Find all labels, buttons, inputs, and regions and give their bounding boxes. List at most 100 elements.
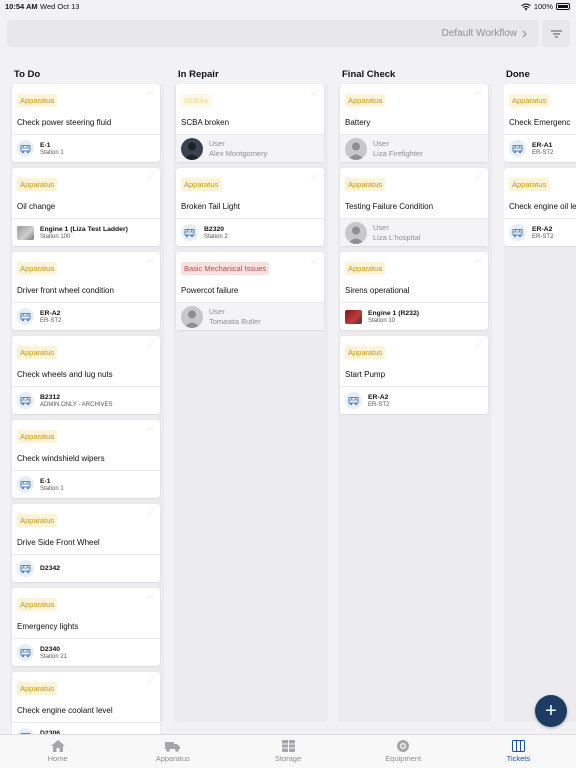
equipment-info: Engine 1 (Liza Test Ladder) Station 100 bbox=[40, 226, 128, 240]
card-header: Basic Mechanical Issues Powercot failure bbox=[176, 252, 324, 302]
assignee-name: Liza L'hospital bbox=[373, 233, 421, 242]
check-icon bbox=[310, 257, 318, 264]
card-assignee: User Alex Montgomery bbox=[176, 134, 324, 162]
card-equipment: Engine 1 (Liza Test Ladder) Station 100 bbox=[12, 218, 160, 246]
category-tag: Apparatus bbox=[17, 346, 58, 359]
equipment-name: B2312 bbox=[40, 393, 61, 401]
equipment-info: ER-A2 ER-ST2 bbox=[368, 394, 389, 408]
ticket-title: SCBA broken bbox=[181, 118, 230, 127]
category-tag: Apparatus bbox=[345, 262, 386, 275]
ticket-card[interactable]: Apparatus Check engine coolant level D2306… bbox=[12, 672, 160, 734]
filter-icon bbox=[550, 30, 562, 37]
column-done: Done Apparatus Check Emergenc ER-A1 ER-ST2 A… bbox=[504, 62, 576, 722]
card-header: Apparatus Check engine oil level bbox=[504, 168, 576, 218]
equipment-info: Engine 1 (R232) Station 10 bbox=[368, 310, 419, 324]
tab-storage[interactable]: Storage bbox=[230, 735, 345, 768]
equipment-info: B2312 ADMIN ONLY - ARCHIVES bbox=[40, 394, 112, 408]
category-tag: Basic Mechanical Issues bbox=[181, 262, 270, 275]
ticket-card[interactable]: SCBAs SCBA broken User Alex Montgomery bbox=[176, 84, 324, 162]
equipment-photo bbox=[17, 225, 34, 240]
card-header: Apparatus Start Pump bbox=[340, 336, 488, 386]
card-equipment: ER-A2 ER-ST2 bbox=[340, 386, 488, 414]
equipment-station: Station 1 bbox=[40, 149, 64, 156]
category-tag: Apparatus bbox=[345, 94, 386, 107]
equipment-station: ER-ST2 bbox=[532, 149, 554, 156]
ticket-card[interactable]: Apparatus Check Emergenc ER-A1 ER-ST2 bbox=[504, 84, 576, 162]
apparatus-icon bbox=[17, 476, 34, 493]
card-equipment: E-1 Station 1 bbox=[12, 470, 160, 498]
ticket-title: Emergency lights bbox=[17, 622, 79, 631]
ticket-card[interactable]: Apparatus Emergency lights D2340 Station 21 bbox=[12, 588, 160, 666]
equipment-name: ER-A2 bbox=[532, 225, 553, 233]
card-equipment: D2306Station 70 bbox=[12, 722, 160, 734]
equipment-info: E-1 Station 1 bbox=[40, 478, 64, 492]
ticket-card[interactable]: Apparatus Oil change Engine 1 (Liza Test L… bbox=[12, 168, 160, 246]
ticket-card[interactable]: Apparatus Driver front wheel condition ER-… bbox=[12, 252, 160, 330]
equipment-info: ER-A1 ER-ST2 bbox=[532, 142, 553, 156]
check-icon bbox=[146, 341, 154, 348]
ticket-title: Check wheels and lug nuts bbox=[17, 370, 113, 379]
user-avatar bbox=[181, 305, 203, 328]
user-avatar bbox=[345, 137, 367, 160]
check-icon bbox=[146, 257, 154, 264]
apparatus-icon bbox=[181, 224, 198, 241]
kanban-board[interactable]: To Do Apparatus Check power steering flui… bbox=[0, 62, 576, 734]
ticket-card[interactable]: Apparatus Battery User Liza Firefighter bbox=[340, 84, 488, 162]
tab-tickets[interactable]: Tickets bbox=[461, 735, 576, 768]
truck-icon bbox=[165, 741, 181, 752]
filter-button[interactable] bbox=[542, 20, 570, 47]
ticket-card[interactable]: Apparatus Testing Failure Condition User Li… bbox=[340, 168, 488, 246]
ticket-card[interactable]: Apparatus Start Pump ER-A2 ER-ST2 bbox=[340, 336, 488, 414]
workflow-bar: Default Workflow bbox=[7, 20, 539, 47]
ticket-card[interactable]: Apparatus Drive Side Front Wheel D2342 bbox=[12, 504, 160, 582]
equipment-station: ER-ST2 bbox=[40, 317, 62, 324]
equipment-name: ER-A2 bbox=[40, 309, 61, 317]
tab-label: Tickets bbox=[506, 754, 531, 763]
ticket-title: Sirens operational bbox=[345, 286, 410, 295]
card-equipment: ER-A2 ER-ST2 bbox=[12, 302, 160, 330]
ticket-card[interactable]: Apparatus Sirens operational Engine 1 (R23… bbox=[340, 252, 488, 330]
category-tag: Apparatus bbox=[17, 430, 58, 443]
battery-icon bbox=[556, 3, 570, 10]
tab-home[interactable]: Home bbox=[0, 735, 115, 768]
apparatus-icon bbox=[509, 224, 526, 241]
check-icon bbox=[146, 593, 154, 600]
category-tag: Apparatus bbox=[17, 598, 58, 611]
add-ticket-button[interactable]: + bbox=[535, 695, 567, 727]
ticket-card[interactable]: Apparatus Check wheels and lug nuts B2312 A… bbox=[12, 336, 160, 414]
ticket-title: Check Emergenc bbox=[509, 118, 571, 127]
ticket-title: Check power steering fluid bbox=[17, 118, 112, 127]
tab-equipment[interactable]: Equipment bbox=[346, 735, 461, 768]
plus-icon: + bbox=[545, 700, 557, 722]
ticket-title: Drive Side Front Wheel bbox=[17, 538, 100, 547]
check-icon bbox=[146, 89, 154, 96]
ticket-card[interactable]: Apparatus Check windshield wipers E-1 Stati… bbox=[12, 420, 160, 498]
status-date: Wed Oct 13 bbox=[40, 2, 80, 11]
equipment-icon bbox=[397, 740, 410, 752]
equipment-info: D2342 bbox=[40, 565, 60, 572]
check-icon bbox=[146, 509, 154, 516]
workflow-selector[interactable]: Default Workflow bbox=[442, 28, 527, 39]
category-tag: Apparatus bbox=[17, 262, 58, 275]
assignee-info: User Alex Montgomery bbox=[209, 139, 267, 158]
chevron-right-icon bbox=[522, 30, 527, 37]
check-icon bbox=[310, 173, 318, 180]
user-avatar bbox=[345, 221, 367, 244]
card-header: Apparatus Testing Failure Condition bbox=[340, 168, 488, 218]
check-icon bbox=[474, 173, 482, 180]
equipment-info: ER-A2 ER-ST2 bbox=[40, 310, 61, 324]
ticket-card[interactable]: Basic Mechanical Issues Powercot failure U… bbox=[176, 252, 324, 330]
category-tag: Apparatus bbox=[345, 178, 386, 191]
equipment-name: E-1 bbox=[40, 477, 51, 485]
ticket-card[interactable]: Apparatus Check power steering fluid E-1 St… bbox=[12, 84, 160, 162]
status-right: 100% bbox=[521, 2, 570, 11]
ticket-card[interactable]: Apparatus Check engine oil level ER-A2ER-S… bbox=[504, 168, 576, 246]
tab-label: Storage bbox=[274, 754, 302, 763]
tab-apparatus[interactable]: Apparatus bbox=[115, 735, 230, 768]
equipment-info: E-1 Station 1 bbox=[40, 142, 64, 156]
ticket-card[interactable]: Apparatus Broken Tail Light B2320 Station 2 bbox=[176, 168, 324, 246]
category-tag: Apparatus bbox=[17, 178, 58, 191]
apparatus-icon bbox=[509, 140, 526, 157]
tab-bar: Home Apparatus Storage Equipment Tickets bbox=[0, 734, 576, 768]
equipment-station: Station 10 bbox=[368, 317, 396, 324]
